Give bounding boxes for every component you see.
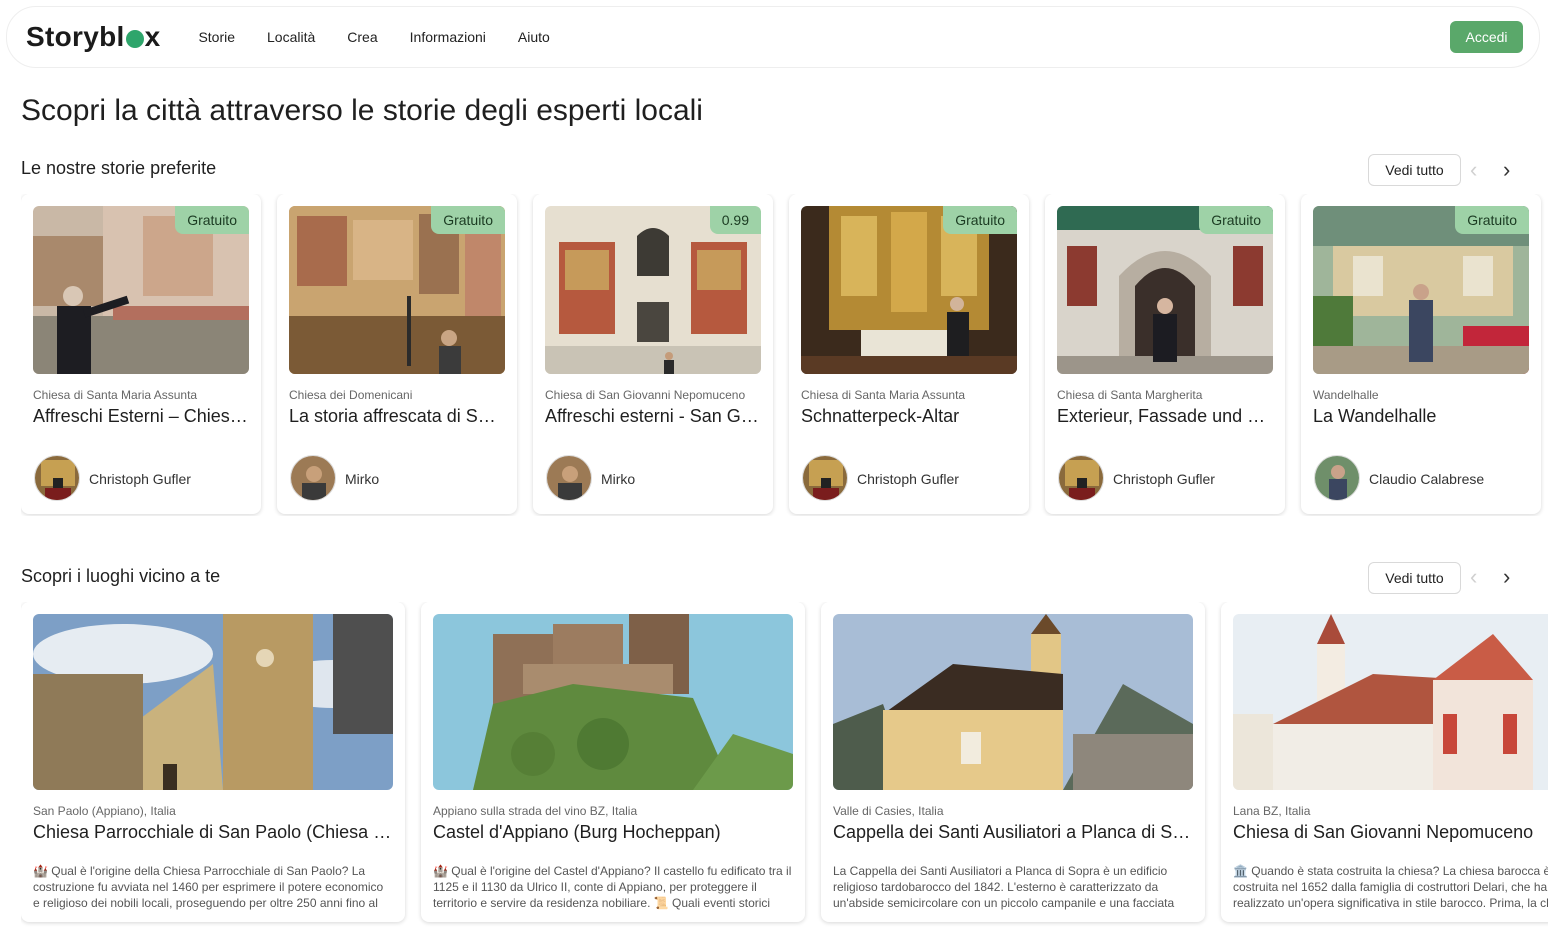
place-card[interactable]: Appiano sulla strada del vino BZ, Italia… xyxy=(421,602,805,922)
story-card[interactable]: Gratuito Chiesa di Santa Maria Assunta A… xyxy=(21,194,261,514)
author-name: Mirko xyxy=(345,471,380,487)
place-description: 🏛️ Quando è stata costruita la chiesa? L… xyxy=(1233,864,1548,910)
author-name: Mirko xyxy=(601,471,636,487)
nav-link-storie[interactable]: Storie xyxy=(182,29,251,45)
places-section-title: Scopri i luoghi vicino a te xyxy=(21,566,221,586)
place-card[interactable]: Lana BZ, Italia Chiesa di San Giovanni N… xyxy=(1221,602,1548,922)
story-title: Schnatterpeck-Altar xyxy=(801,406,960,426)
price-badge: 0.99 xyxy=(709,206,761,234)
story-title: Affreschi Esterni – Chiesa di Santa Mari… xyxy=(33,406,249,426)
places-see-all-button[interactable]: Vedi tutto xyxy=(1368,562,1461,594)
place-title: Chiesa di San Giovanni Nepomuceno xyxy=(1233,822,1534,842)
favorites-carousel: Gratuito Chiesa di Santa Maria Assunta A… xyxy=(21,194,1548,516)
nav-link-localita[interactable]: Località xyxy=(251,29,331,45)
story-card[interactable]: Gratuito Chiesa dei Domenicani La storia… xyxy=(277,194,517,514)
place-description: 🏰 Qual è l'origine del Castel d'Appiano?… xyxy=(433,864,792,910)
place-location: Appiano sulla strada del vino BZ, Italia xyxy=(433,804,638,818)
place-description: 🏰 Qual è l'origine della Chiesa Parrocch… xyxy=(33,864,384,910)
story-location: Chiesa di Santa Maria Assunta xyxy=(33,388,198,402)
story-location: Chiesa di Santa Margherita xyxy=(1057,388,1203,402)
author-name: Claudio Calabrese xyxy=(1369,471,1485,487)
nav-link-aiuto[interactable]: Aiuto xyxy=(502,29,566,45)
story-image: Gratuito xyxy=(1313,206,1529,374)
place-location: Lana BZ, Italia xyxy=(1233,804,1311,818)
story-location: Wandelhalle xyxy=(1313,388,1379,402)
story-card[interactable]: 0.99 Chiesa di San Giovanni Nepomuceno A… xyxy=(533,194,773,514)
story-title: Affreschi esterni - San Giovanni Nepomuc… xyxy=(545,406,761,426)
places-next-arrow-icon[interactable]: › xyxy=(1503,566,1510,588)
author-avatar xyxy=(34,455,80,501)
place-image xyxy=(33,614,393,790)
story-location: Chiesa di San Giovanni Nepomuceno xyxy=(545,388,746,402)
favorites-section-title: Le nostre storie preferite xyxy=(21,158,217,178)
storyblox-logo[interactable]: Storybl x xyxy=(26,21,160,53)
story-location: Chiesa dei Domenicani xyxy=(289,388,413,402)
favorites-prev-arrow-icon[interactable]: ‹ xyxy=(1470,159,1477,181)
story-image: Gratuito xyxy=(33,206,249,374)
place-card[interactable]: Valle di Casies, Italia Cappella dei San… xyxy=(821,602,1205,922)
places-prev-arrow-icon[interactable]: ‹ xyxy=(1470,566,1477,588)
story-image: Gratuito xyxy=(289,206,505,374)
logo-o-icon xyxy=(125,30,144,48)
page-title: Scopri la città attraverso le storie deg… xyxy=(21,94,703,127)
login-button[interactable]: Accedi xyxy=(1450,21,1523,53)
price-badge: Gratuito xyxy=(1455,206,1529,234)
place-card[interactable]: San Paolo (Appiano), Italia Chiesa Parro… xyxy=(21,602,405,922)
favorites-next-arrow-icon[interactable]: › xyxy=(1503,159,1510,181)
place-title: Chiesa Parrocchiale di San Paolo (Chiesa… xyxy=(33,822,393,842)
author-name: Christoph Gufler xyxy=(857,471,959,487)
place-title: Castel d'Appiano (Burg Hocheppan) xyxy=(433,822,721,842)
story-card[interactable]: Gratuito Wandelhalle La Wandelhalle Clau… xyxy=(1301,194,1541,514)
story-title: Exterieur, Fassade und Portal xyxy=(1057,406,1273,426)
story-title: La storia affrescata di San Domenico xyxy=(289,406,505,426)
nav-link-informazioni[interactable]: Informazioni xyxy=(394,29,502,45)
author-name: Christoph Gufler xyxy=(1113,471,1215,487)
author-avatar xyxy=(546,455,592,501)
place-title: Cappella dei Santi Ausiliatori a Planca … xyxy=(833,822,1193,842)
logo-text-right: x xyxy=(144,21,161,52)
navbar: Storybl x Storie Località Crea Informazio… xyxy=(6,6,1540,68)
place-location: Valle di Casies, Italia xyxy=(833,804,944,818)
author-avatar xyxy=(1058,455,1104,501)
price-badge: Gratuito xyxy=(175,206,249,234)
story-card[interactable]: Gratuito Chiesa di Santa Margherita Exte… xyxy=(1045,194,1285,514)
logo-text-left: Storybl xyxy=(26,21,125,52)
price-badge: Gratuito xyxy=(1199,206,1273,234)
place-location: San Paolo (Appiano), Italia xyxy=(33,804,176,818)
author-name: Christoph Gufler xyxy=(89,471,191,487)
place-description: La Cappella dei Santi Ausiliatori a Plan… xyxy=(833,864,1175,910)
nav-links: Storie Località Crea Informazioni Aiuto xyxy=(182,29,565,45)
story-image: Gratuito xyxy=(801,206,1017,374)
place-image xyxy=(433,614,793,790)
places-carousel: San Paolo (Appiano), Italia Chiesa Parro… xyxy=(21,602,1548,929)
story-title: La Wandelhalle xyxy=(1313,406,1437,426)
author-avatar xyxy=(802,455,848,501)
story-location: Chiesa di Santa Maria Assunta xyxy=(801,388,966,402)
price-badge: Gratuito xyxy=(943,206,1017,234)
story-card[interactable]: Gratuito Chiesa di Santa Maria Assunta S… xyxy=(789,194,1029,514)
author-avatar xyxy=(290,455,336,501)
story-image: Gratuito xyxy=(1057,206,1273,374)
price-badge: Gratuito xyxy=(431,206,505,234)
story-image: 0.99 xyxy=(545,206,761,374)
place-image xyxy=(833,614,1193,790)
place-image xyxy=(1233,614,1548,790)
favorites-see-all-button[interactable]: Vedi tutto xyxy=(1368,154,1461,186)
author-avatar xyxy=(1314,455,1360,501)
nav-link-crea[interactable]: Crea xyxy=(331,29,393,45)
